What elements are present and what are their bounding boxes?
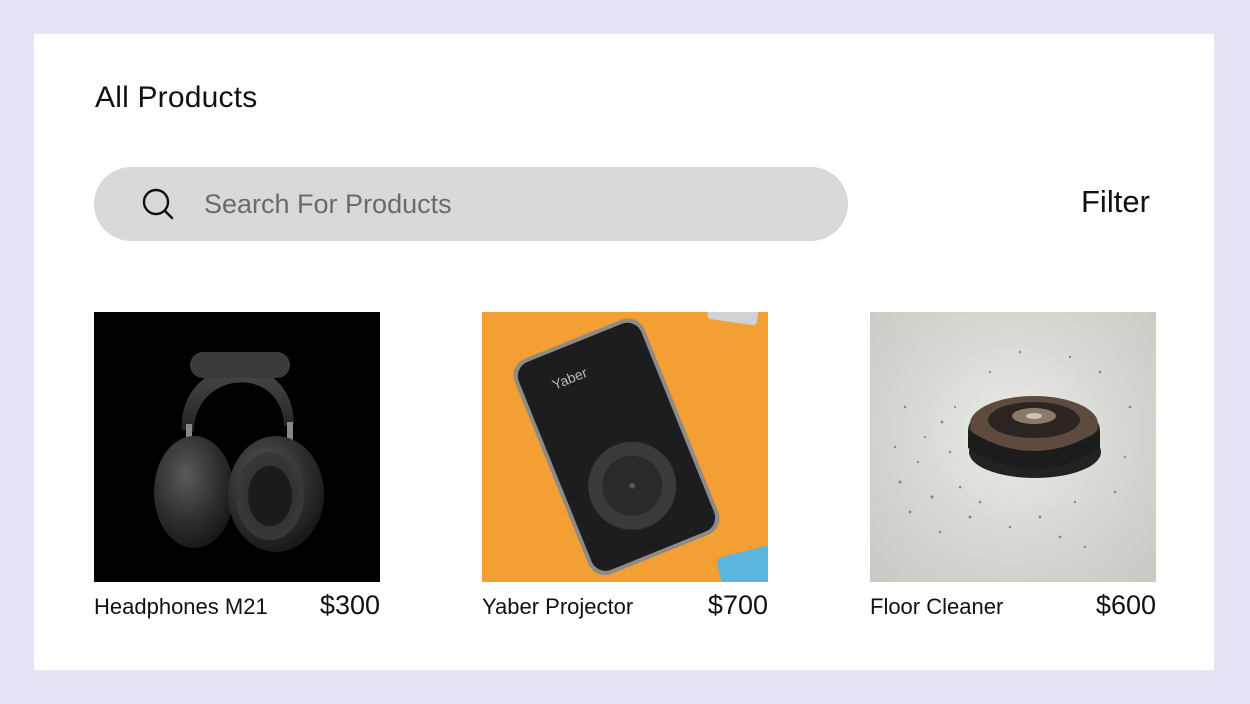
product-card[interactable]: Headphones M21 $300 — [94, 312, 380, 620]
product-name: Floor Cleaner — [870, 594, 1004, 619]
product-name: Yaber Projector — [482, 594, 634, 619]
search-input[interactable] — [204, 185, 804, 223]
projector-image[interactable]: Yaber — [482, 312, 768, 582]
product-card[interactable]: Floor Cleaner $600 — [870, 312, 1156, 620]
product-price: $700 — [707, 590, 768, 620]
products-panel: All Products Filter — [34, 34, 1214, 670]
headphones-image[interactable] — [94, 312, 380, 582]
product-price: $600 — [1095, 590, 1156, 620]
product-card[interactable]: Yaber Yaber Projector $700 — [482, 312, 768, 620]
product-name: Headphones M21 — [94, 594, 268, 619]
filter-button[interactable]: Filter — [1081, 184, 1150, 220]
product-price: $300 — [319, 590, 380, 620]
robot-vacuum-image[interactable] — [870, 312, 1156, 582]
page-title: All Products — [95, 81, 258, 114]
search-icon — [142, 188, 174, 220]
search-bar[interactable] — [94, 167, 848, 241]
